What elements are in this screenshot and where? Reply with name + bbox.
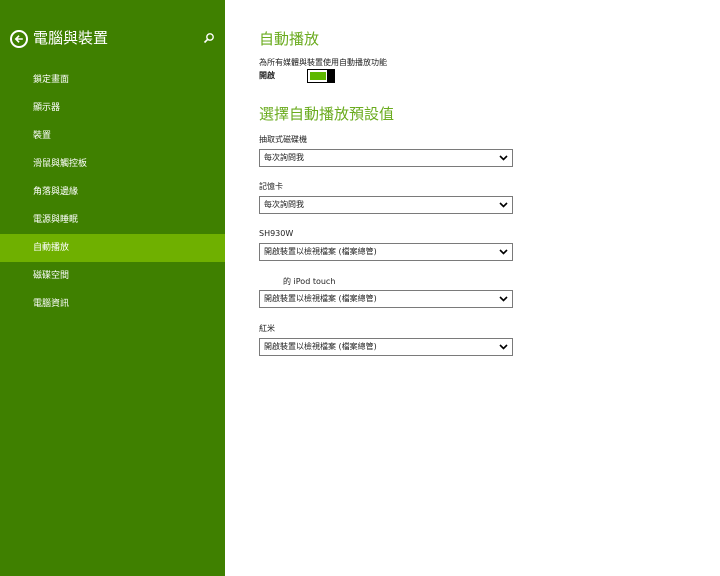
autoplay-description: 為所有媒體與裝置使用自動播放功能 (259, 58, 387, 67)
memory-card-select[interactable]: 每次詢問我 (259, 196, 513, 214)
sidebar-item-power-sleep[interactable]: 電源與睡眠 (0, 206, 225, 234)
select-value: 開啟裝置以檢視檔案 (檔案總管) (264, 294, 377, 303)
main-content: 自動播放 為所有媒體與裝置使用自動播放功能 開啟 選擇自動播放預設值 抽取式磁碟… (259, 0, 720, 576)
defaults-heading: 選擇自動播放預設值 (259, 105, 395, 123)
removable-drive-select[interactable]: 每次詢問我 (259, 149, 513, 167)
sidebar-item-mouse-touchpad[interactable]: 滑鼠與觸控板 (0, 150, 225, 178)
chevron-down-icon (499, 202, 508, 208)
sidebar-item-disk-space[interactable]: 磁碟空間 (0, 262, 225, 290)
chevron-down-icon (499, 155, 508, 161)
sidebar-item-pc-info[interactable]: 電腦資訊 (0, 290, 225, 318)
back-arrow-icon (14, 35, 23, 43)
sidebar-nav: 鎖定畫面 顯示器 裝置 滑鼠與觸控板 角落與邊緣 電源與睡眠 自動播放 磁碟空間… (0, 66, 225, 318)
toggle-knob[interactable] (327, 69, 334, 83)
autoplay-toggle[interactable] (307, 69, 335, 83)
device-label-memory-card: 記憶卡 (259, 182, 283, 191)
autoplay-heading: 自動播放 (259, 30, 320, 48)
back-button[interactable] (10, 30, 28, 48)
select-value: 每次詢問我 (264, 200, 304, 209)
device-label-ipod-touch: 的 iPod touch (283, 277, 336, 286)
sidebar-header: 電腦與裝置 (10, 28, 215, 50)
search-icon[interactable] (203, 32, 215, 44)
sidebar-item-display[interactable]: 顯示器 (0, 94, 225, 122)
chevron-down-icon (499, 296, 508, 302)
device-label-sh930w: SH930W (259, 229, 294, 238)
chevron-down-icon (499, 249, 508, 255)
sidebar-item-autoplay[interactable]: 自動播放 (0, 234, 225, 262)
toggle-fill (310, 72, 326, 80)
chevron-down-icon (499, 344, 508, 350)
redmi-select[interactable]: 開啟裝置以檢視檔案 (檔案總管) (259, 338, 513, 356)
sidebar-item-lock-screen[interactable]: 鎖定畫面 (0, 66, 225, 94)
ipod-touch-select[interactable]: 開啟裝置以檢視檔案 (檔案總管) (259, 290, 513, 308)
sidebar-title: 電腦與裝置 (33, 29, 109, 47)
toggle-state-label: 開啟 (259, 71, 275, 80)
device-label-removable-drive: 抽取式磁碟機 (259, 135, 307, 144)
select-value: 每次詢問我 (264, 153, 304, 162)
select-value: 開啟裝置以檢視檔案 (檔案總管) (264, 342, 377, 351)
device-label-redmi: 紅米 (259, 324, 275, 333)
sidebar: 電腦與裝置 鎖定畫面 顯示器 裝置 滑鼠與觸控板 角落與邊緣 電源與睡眠 自動播… (0, 0, 225, 576)
sidebar-item-corners-edges[interactable]: 角落與邊緣 (0, 178, 225, 206)
select-value: 開啟裝置以檢視檔案 (檔案總管) (264, 247, 377, 256)
sidebar-item-devices[interactable]: 裝置 (0, 122, 225, 150)
sh930w-select[interactable]: 開啟裝置以檢視檔案 (檔案總管) (259, 243, 513, 261)
